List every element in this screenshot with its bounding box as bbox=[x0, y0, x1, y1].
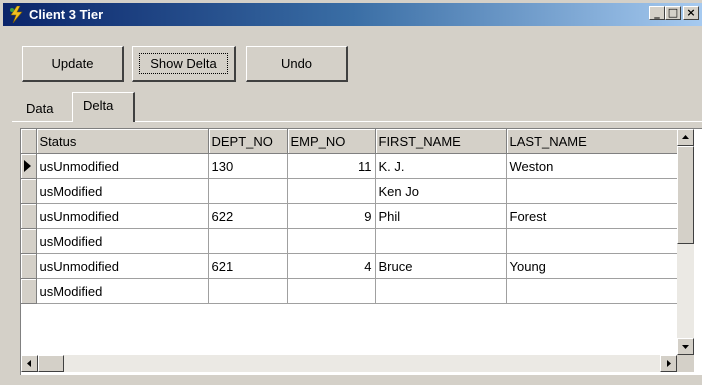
scrollbar-corner bbox=[677, 355, 694, 372]
delta-grid[interactable]: Status DEPT_NO EMP_NO FIRST_NAME LAST_NA… bbox=[20, 128, 702, 375]
table-row[interactable]: usUnmodified 130 11 K. J. Weston bbox=[21, 153, 678, 179]
cell-status[interactable]: usModified bbox=[36, 178, 209, 204]
arrow-left-icon bbox=[27, 360, 31, 367]
header-row: Status DEPT_NO EMP_NO FIRST_NAME LAST_NA… bbox=[21, 129, 678, 154]
cell-last-name[interactable] bbox=[506, 228, 678, 254]
table-row[interactable]: usUnmodified 622 9 Phil Forest bbox=[21, 203, 678, 229]
current-row-indicator-icon bbox=[24, 160, 31, 172]
horizontal-scroll-thumb[interactable] bbox=[38, 355, 64, 372]
undo-button[interactable]: Undo bbox=[246, 46, 348, 82]
cell-status[interactable]: usUnmodified bbox=[36, 203, 209, 229]
column-header-first-name[interactable]: FIRST_NAME bbox=[375, 129, 507, 154]
scroll-up-button[interactable] bbox=[677, 129, 694, 146]
row-indicator[interactable] bbox=[21, 278, 37, 304]
cell-emp-no[interactable] bbox=[287, 278, 376, 304]
app-icon[interactable] bbox=[8, 5, 25, 24]
column-header-last-name[interactable]: LAST_NAME bbox=[506, 129, 678, 154]
cell-status[interactable]: usUnmodified bbox=[36, 153, 209, 179]
maximize-icon[interactable]: □ bbox=[665, 6, 681, 20]
cell-emp-no[interactable] bbox=[287, 178, 376, 204]
cell-status[interactable]: usUnmodified bbox=[36, 253, 209, 279]
cell-emp-no[interactable] bbox=[287, 228, 376, 254]
app-window: Client 3 Tier _ □ × Update Show Delta Un… bbox=[0, 0, 702, 385]
arrow-down-icon bbox=[682, 345, 689, 349]
cell-status[interactable]: usModified bbox=[36, 278, 209, 304]
cell-first-name[interactable]: Phil bbox=[375, 203, 507, 229]
minimize-icon[interactable]: _ bbox=[649, 6, 665, 20]
cell-last-name[interactable]: Forest bbox=[506, 203, 678, 229]
update-button[interactable]: Update bbox=[22, 46, 124, 82]
window-title: Client 3 Tier bbox=[29, 7, 104, 22]
arrow-right-icon bbox=[667, 360, 671, 367]
column-header-dept-no[interactable]: DEPT_NO bbox=[208, 129, 288, 154]
vertical-scrollbar[interactable] bbox=[677, 129, 694, 355]
table-row[interactable]: usModified bbox=[21, 228, 678, 254]
column-header-status[interactable]: Status bbox=[36, 129, 209, 154]
title-bar[interactable]: Client 3 Tier _ □ × bbox=[3, 3, 702, 26]
arrow-up-icon bbox=[682, 135, 689, 139]
cell-dept-no[interactable] bbox=[208, 228, 288, 254]
scroll-left-button[interactable] bbox=[21, 355, 38, 372]
tab-delta[interactable]: Delta bbox=[72, 92, 135, 122]
cell-first-name[interactable]: Bruce bbox=[375, 253, 507, 279]
cell-dept-no[interactable]: 621 bbox=[208, 253, 288, 279]
show-delta-button[interactable]: Show Delta bbox=[132, 46, 236, 82]
cell-emp-no[interactable]: 4 bbox=[287, 253, 376, 279]
cell-dept-no[interactable] bbox=[208, 278, 288, 304]
cell-emp-no[interactable]: 11 bbox=[287, 153, 376, 179]
cell-first-name[interactable] bbox=[375, 278, 507, 304]
cell-status[interactable]: usModified bbox=[36, 228, 209, 254]
row-indicator[interactable] bbox=[21, 153, 37, 179]
grid-table: Status DEPT_NO EMP_NO FIRST_NAME LAST_NA… bbox=[21, 129, 678, 304]
table-row[interactable]: usUnmodified 621 4 Bruce Young bbox=[21, 253, 678, 279]
cell-last-name[interactable]: Young bbox=[506, 253, 678, 279]
cell-last-name[interactable] bbox=[506, 178, 678, 204]
close-icon[interactable]: × bbox=[683, 6, 699, 20]
scroll-right-button[interactable] bbox=[660, 355, 677, 372]
cell-emp-no[interactable]: 9 bbox=[287, 203, 376, 229]
column-header-emp-no[interactable]: EMP_NO bbox=[287, 129, 376, 154]
cell-last-name[interactable]: Weston bbox=[506, 153, 678, 179]
cell-dept-no[interactable]: 130 bbox=[208, 153, 288, 179]
row-indicator[interactable] bbox=[21, 203, 37, 229]
header-indicator bbox=[21, 129, 37, 154]
cell-first-name[interactable]: Ken Jo bbox=[375, 178, 507, 204]
horizontal-scrollbar[interactable] bbox=[21, 355, 677, 372]
scroll-down-button[interactable] bbox=[677, 338, 694, 355]
row-indicator[interactable] bbox=[21, 253, 37, 279]
row-indicator[interactable] bbox=[21, 228, 37, 254]
tab-data[interactable]: Data bbox=[22, 97, 74, 121]
cell-first-name[interactable]: K. J. bbox=[375, 153, 507, 179]
show-delta-label: Show Delta bbox=[139, 53, 228, 74]
table-row[interactable]: usModified Ken Jo bbox=[21, 178, 678, 204]
cell-dept-no[interactable] bbox=[208, 178, 288, 204]
cell-first-name[interactable] bbox=[375, 228, 507, 254]
cell-dept-no[interactable]: 622 bbox=[208, 203, 288, 229]
row-indicator[interactable] bbox=[21, 178, 37, 204]
table-row[interactable]: usModified bbox=[21, 278, 678, 304]
vertical-scroll-thumb[interactable] bbox=[677, 146, 694, 244]
cell-last-name[interactable] bbox=[506, 278, 678, 304]
